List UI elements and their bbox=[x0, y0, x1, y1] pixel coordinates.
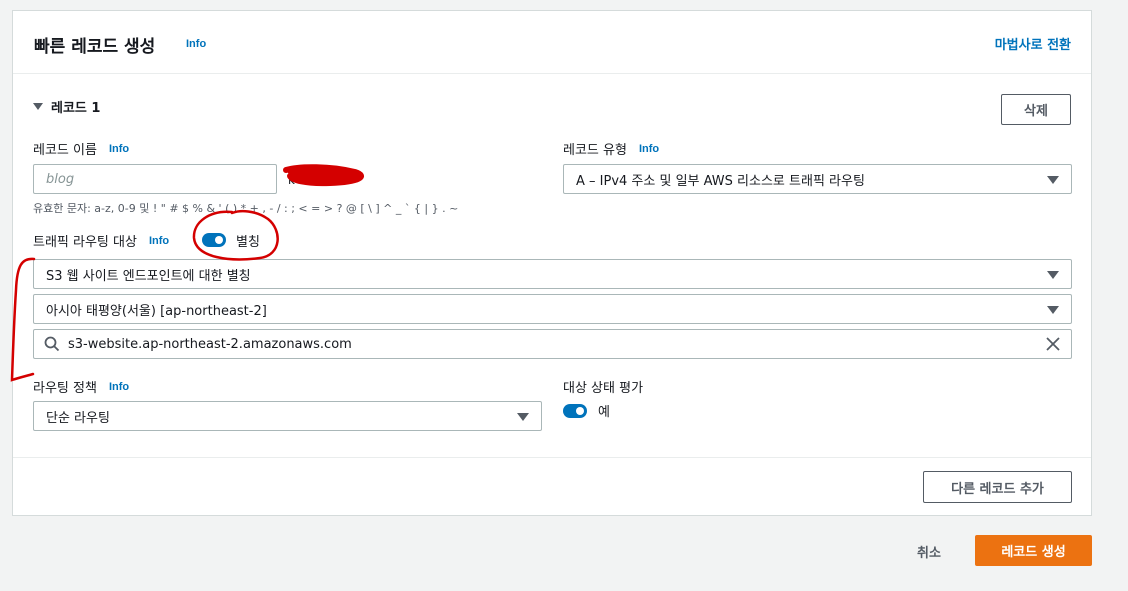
chevron-down-icon bbox=[517, 413, 529, 421]
record-name-placeholder: blog bbox=[46, 171, 75, 187]
caret-down-icon bbox=[33, 103, 43, 110]
alias-target-type-select[interactable]: S3 웹 사이트 엔드포인트에 대한 별칭 bbox=[33, 259, 1072, 289]
add-another-record-button[interactable]: 다른 레코드 추가 bbox=[923, 471, 1072, 503]
region-select[interactable]: 아시아 태평양(서울) [ap-northeast-2] bbox=[33, 294, 1072, 324]
record-type-label: 레코드 유형 Info bbox=[563, 139, 659, 159]
routing-policy-label: 라우팅 정책 Info bbox=[33, 377, 129, 397]
record-name-label-text: 레코드 이름 bbox=[33, 143, 97, 158]
chevron-down-icon bbox=[1047, 176, 1059, 184]
alias-target-type-value: S3 웹 사이트 엔드포인트에 대한 별칭 bbox=[46, 268, 251, 284]
evaluate-health-value: 예 bbox=[598, 405, 610, 420]
quick-create-panel: 빠른 레코드 생성 Info 마법사로 전환 레코드 1 삭제 레코드 이름 I… bbox=[12, 10, 1092, 516]
chevron-down-icon bbox=[1047, 271, 1059, 279]
routing-target-label-text: 트래픽 라우팅 대상 bbox=[33, 235, 137, 250]
record-type-label-text: 레코드 유형 bbox=[563, 143, 627, 158]
switch-to-wizard-link[interactable]: 마법사로 전환 bbox=[995, 34, 1071, 53]
record-name-hint: 유효한 문자: a-z, 0-9 및 ! " # $ % & ' ( ) * +… bbox=[33, 202, 459, 215]
divider bbox=[13, 457, 1091, 458]
panel-header: 빠른 레코드 생성 Info 마법사로 전환 bbox=[13, 11, 1091, 74]
record-type-select[interactable]: A – IPv4 주소 및 일부 AWS 리소스로 트래픽 라우팅 bbox=[563, 164, 1072, 194]
alias-toggle[interactable] bbox=[202, 233, 226, 247]
title-info-link[interactable]: Info bbox=[186, 38, 206, 50]
record-heading-label: 레코드 1 bbox=[51, 101, 101, 116]
alias-toggle-label: 별칭 bbox=[236, 235, 260, 250]
search-icon bbox=[44, 336, 60, 352]
clear-icon[interactable] bbox=[1046, 337, 1060, 351]
record-name-suffix: k bbox=[288, 173, 295, 187]
record-type-info-link[interactable]: Info bbox=[639, 143, 659, 155]
create-records-button[interactable]: 레코드 생성 bbox=[975, 535, 1092, 566]
endpoint-search-input[interactable]: s3-website.ap-northeast-2.amazonaws.com bbox=[33, 329, 1072, 359]
evaluate-health-toggle[interactable] bbox=[563, 404, 587, 418]
evaluate-health-label: 대상 상태 평가 bbox=[563, 381, 644, 396]
endpoint-search-value: s3-website.ap-northeast-2.amazonaws.com bbox=[68, 336, 352, 352]
routing-target-label: 트래픽 라우팅 대상 Info bbox=[33, 231, 169, 251]
record-name-label: 레코드 이름 Info bbox=[33, 139, 129, 159]
routing-policy-select[interactable]: 단순 라우팅 bbox=[33, 401, 542, 431]
delete-record-button[interactable]: 삭제 bbox=[1001, 94, 1071, 125]
routing-policy-label-text: 라우팅 정책 bbox=[33, 381, 97, 396]
page-title: 빠른 레코드 생성 bbox=[34, 37, 156, 57]
region-value: 아시아 태평양(서울) [ap-northeast-2] bbox=[46, 303, 267, 319]
record-name-input[interactable]: blog bbox=[33, 164, 277, 194]
routing-policy-value: 단순 라우팅 bbox=[46, 410, 110, 426]
record-type-value: A – IPv4 주소 및 일부 AWS 리소스로 트래픽 라우팅 bbox=[576, 173, 865, 189]
record-name-info-link[interactable]: Info bbox=[109, 143, 129, 155]
chevron-down-icon bbox=[1047, 306, 1059, 314]
routing-target-info-link[interactable]: Info bbox=[149, 235, 169, 247]
cancel-button[interactable]: 취소 bbox=[917, 542, 941, 561]
routing-policy-info-link[interactable]: Info bbox=[109, 381, 129, 393]
record-heading[interactable]: 레코드 1 bbox=[33, 97, 100, 116]
